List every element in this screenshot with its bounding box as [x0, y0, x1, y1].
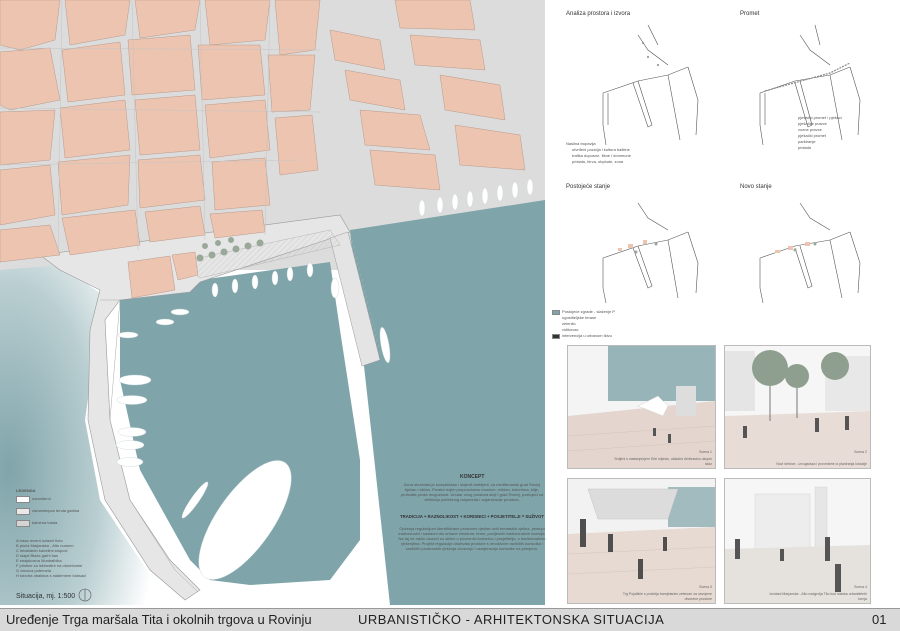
diagram-existing: Postojeće stanje Postojeće zgrade - slaž… [548, 178, 720, 346]
legend-item-1: zamamtopos tenda gadina [32, 508, 80, 513]
render-caption-title: Scena 2 [854, 449, 867, 454]
footer-bar: Uređenje Trga maršala Tita i okolnih trg… [0, 608, 900, 631]
scale-label: Situacija, mj. 1:500 [16, 593, 76, 600]
diagram-legend-swatch [552, 334, 560, 339]
diagram-new: Novo stanje [720, 178, 895, 346]
diagram-legend-item: vidikovac [562, 327, 579, 332]
north-arrow-icon [78, 588, 92, 602]
legend: LEGENDA nanošterni zamamtopos tenda gadi… [16, 488, 116, 580]
diagram-analysis: Analiza prostora i izvora Nasilna trupav… [548, 5, 720, 175]
diagram-legend-item: pristala, hirva, obplude, zona [572, 159, 624, 164]
concept-tagline: TRADICIJA + RAZNOLIKOST + KORISNICI + PO… [399, 514, 545, 519]
diagram-legend-item: intervencija u urbanom tkivu [562, 333, 612, 338]
render-caption: Trg Pojališče s pročelja tramjetanim zel… [622, 592, 712, 601]
diagram-traffic: Promet pješački promet / pješaci pješačk… [720, 5, 895, 175]
concept-heading: KONCEPT [460, 474, 485, 480]
page-number: 01 [872, 612, 887, 627]
concept-block: KONCEPT Zona obuhvata je kompleksan i sl… [398, 474, 546, 604]
render-caption-title: Scena 4 [854, 584, 867, 589]
footer-subtitle: URBANISTIČKO - ARHITEKTONSKA SITUACIJA [358, 612, 665, 627]
diagram-legend-item: pješački promet [798, 133, 827, 138]
diagram-legend-item: Nasilna trupavija [566, 141, 596, 146]
diagram-legend-item: pješački promet / pješaci [798, 115, 842, 120]
render-image [725, 479, 870, 603]
concept-paragraph-2: Općenja regulacijom identificirane prost… [398, 526, 546, 551]
diagram-legend-item: trafika dopusne, fikne i dommune [572, 153, 631, 158]
diagram-map [759, 202, 861, 304]
render-scene-1: Scena 1 Srdjeni s nastanjenjem Srbi mije… [567, 345, 716, 469]
legend-key-7: H toborta obalnica s nadlemem boksaci [16, 573, 87, 578]
render-scene-4: Scena 4 Izvidani Marjanske - Alto nadgro… [724, 478, 871, 604]
render-caption-title: Scena 3 [699, 584, 712, 589]
render-caption: Novi šetnice - izvugaraza i provedene iz… [776, 461, 867, 466]
diagram-legend-item: vozne pravce [798, 127, 822, 132]
diagram-legend-swatch [552, 310, 560, 315]
legend-title: LEGENDA [16, 488, 36, 493]
legend-swatch-stone [16, 520, 30, 527]
diagram-legend-item: pristala [798, 145, 811, 150]
render-caption: Srdjeni s nastanjenjem Srbi mijesto, ukl… [614, 457, 712, 466]
diagram-legend-item: ugostiteljske terase [562, 315, 597, 320]
legend-swatch-street [16, 496, 30, 503]
render-image [725, 346, 870, 468]
diagram-legend-item: Postojeće zgrade - slaženje P [562, 309, 615, 314]
diagram-legend-item: zelenilo [562, 321, 576, 326]
footer-title: Uređenje Trga maršala Tita i okolnih trg… [6, 612, 312, 627]
concept-paragraph-1: Zona obuhvata je kompleksan i slojevit a… [400, 482, 544, 502]
diagram-legend-item: parkiranje [798, 139, 816, 144]
render-image [568, 346, 715, 468]
legend-swatch-hatch [16, 508, 30, 515]
render-caption-title: Scena 1 [699, 449, 712, 454]
render-scene-2: Scena 2 Novi šetnice - izvugaraza i prov… [724, 345, 871, 469]
render-image [568, 479, 715, 603]
legend-item-0: nanošterni [32, 496, 51, 501]
render-scene-3: Scena 3 Trg Pojališče s pročelja tramjet… [567, 478, 716, 604]
render-caption: Izvidani Marjanske - Alto nadgrolja Tito… [769, 592, 867, 601]
diagram-legend-item: utvrđeni pozicija i kultura baštine [572, 147, 630, 152]
diagram-legend-item: pješačke pravce [798, 121, 827, 126]
legend-item-2: kamena trasta [32, 520, 58, 525]
